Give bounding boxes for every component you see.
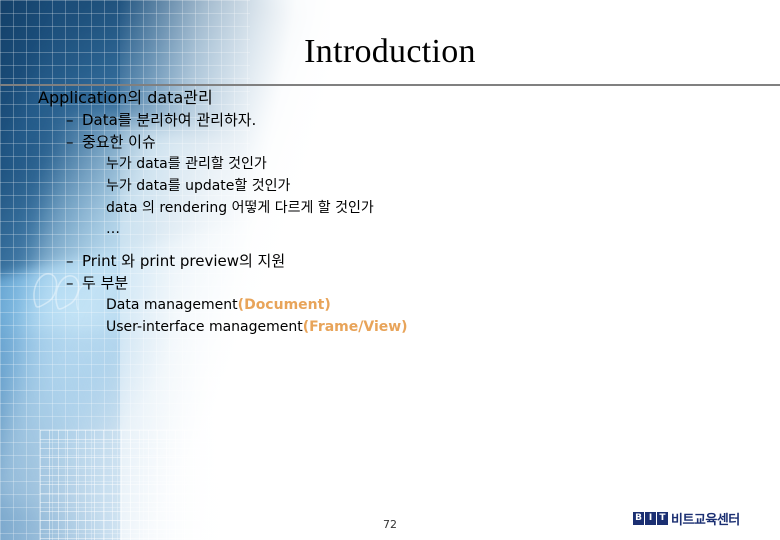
list-item-accent: (Frame/View) xyxy=(302,319,408,335)
content-heading: Application의 data관리 xyxy=(38,88,213,107)
bullet-dash: – xyxy=(66,133,74,151)
list-item: … xyxy=(38,219,738,240)
list-item: – 두 부분 xyxy=(38,272,738,294)
list-item: – 중요한 이슈 xyxy=(38,131,738,153)
logo-letter-t: T xyxy=(657,511,668,525)
list-item-label: User-interface management xyxy=(106,319,303,335)
list-item-label: 누가 data를 관리할 것인가 xyxy=(106,156,267,172)
logo-letter-boxes: B I T xyxy=(633,511,668,525)
list-item: 누가 data를 관리할 것인가 xyxy=(38,153,738,175)
content-body: Application의 data관리 – Data를 분리하여 관리하자. – 중… xyxy=(38,86,738,338)
list-item-label: Data를 분리하여 관리하자. xyxy=(82,111,257,129)
list-item: – Print 와 print preview의 지원 xyxy=(38,250,738,272)
bullet-dash: – xyxy=(66,252,74,270)
slide-canvas: Introduction Application의 data관리 – Data를 … xyxy=(0,0,780,540)
list-item: User-interface management(Frame/View) xyxy=(38,316,738,338)
bullet-dash: – xyxy=(66,111,74,129)
list-item: data 의 rendering 어떻게 다르게 할 것인가 xyxy=(38,197,738,219)
background-lower-swoosh xyxy=(0,330,230,540)
list-item: 누가 data를 update할 것인가 xyxy=(38,175,738,197)
logo-letter-i: I xyxy=(645,511,656,525)
list-item-accent: (Document) xyxy=(237,297,331,313)
list-item-label: 누가 data를 update할 것인가 xyxy=(106,178,291,194)
list-item-label: Print 와 print preview의 지원 xyxy=(82,252,286,270)
list-item: – Data를 분리하여 관리하자. xyxy=(38,109,738,131)
list-item-label: data 의 rendering 어떻게 다르게 할 것인가 xyxy=(106,200,374,216)
bullet-dash: – xyxy=(66,274,74,292)
logo-letter-b: B xyxy=(633,511,644,525)
list-item-label: 두 부분 xyxy=(82,274,129,292)
list-item: Data management(Document) xyxy=(38,294,738,316)
list-item-label: … xyxy=(106,221,120,237)
bit-logo: B I T 비트교육센터 xyxy=(633,508,740,528)
page-title: Introduction xyxy=(304,33,476,70)
logo-name: 비트교육센터 xyxy=(671,512,740,528)
list-item-label: 중요한 이슈 xyxy=(82,133,156,151)
list-item-label: Data management xyxy=(106,297,238,313)
